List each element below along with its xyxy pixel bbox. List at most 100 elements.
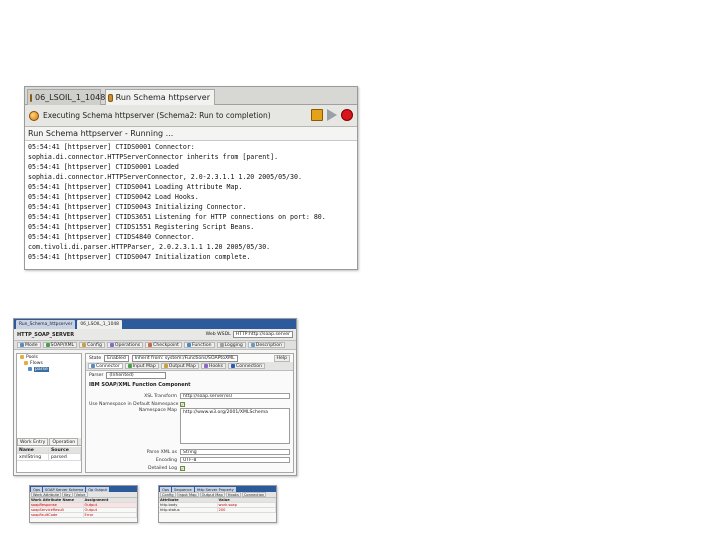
table-row[interactable]: http.status 200	[159, 508, 276, 513]
toolbar-label: Description	[255, 342, 282, 348]
thumb-tool-button[interactable]: Output Map	[199, 492, 225, 497]
parser-select[interactable]: (Inherited)	[106, 371, 167, 379]
component-icon	[28, 367, 32, 371]
web-service-select[interactable]: HTTP:http://soap.server	[232, 331, 293, 338]
thumb-tool-button[interactable]: Config	[160, 492, 176, 497]
thumb-tool-button[interactable]: Key	[62, 492, 73, 497]
subtab-output-map[interactable]: Output Map	[160, 363, 199, 369]
namespace-checkbox[interactable]: ✓	[180, 401, 185, 407]
logging-icon	[219, 343, 224, 347]
table-row[interactable]: soapFaultCode Error	[30, 513, 137, 518]
thumb-tool-button[interactable]: Input Map	[176, 492, 199, 497]
tab-run-schema[interactable]: Run_Schema_httpserver	[16, 320, 76, 329]
table-cell: parsed	[49, 454, 81, 460]
component-form: XSL Transform http://soap.server/xsl Use…	[86, 390, 293, 474]
description-icon	[250, 343, 255, 347]
tab-label: Run Schema httpserver	[115, 93, 210, 102]
table-cell: http.status	[159, 508, 218, 512]
tab-operation[interactable]: Operation	[49, 438, 79, 445]
log-line: 05:54:41 [httpserver] CTIDS0042 Load Hoo…	[28, 193, 199, 201]
inherit-select[interactable]: Inherit from: system:/Functions/SOAPtoXM…	[131, 354, 238, 362]
form-row-fromxml: Parse XML as String	[89, 448, 290, 456]
run-icon	[108, 93, 113, 102]
log-line: 05:54:41 [httpserver] CTIDS0047 Initiali…	[28, 253, 251, 261]
toolbar-checkpoint[interactable]: Checkpoint	[145, 342, 182, 348]
namespace-textarea[interactable]: http://www.w3.org/2001/XMLSchema	[180, 408, 290, 444]
toolbar-label: Mode	[25, 342, 38, 348]
field-label: Encoding	[155, 457, 177, 463]
fromxml-select[interactable]: String	[180, 449, 290, 455]
form-row-debug: Detailed Log ✓	[89, 464, 290, 472]
table-cell: Error	[84, 513, 137, 517]
table-row[interactable]: xmlString parsed	[17, 454, 81, 461]
tree-item-parse[interactable]: parse	[17, 366, 81, 372]
mode-icon	[20, 343, 24, 347]
table-cell: work.soap	[218, 503, 276, 507]
table-cell: soapFaultCode	[30, 513, 84, 517]
execution-bar: Executing Schema httpserver (Schema2: Ru…	[25, 105, 357, 127]
log-line: 05:54:41 [httpserver] CTIDS3651 Listenin…	[28, 213, 326, 221]
toolbar-description[interactable]: Description	[247, 342, 285, 348]
help-button[interactable]: Help	[273, 354, 290, 362]
log-line: sophia.di.connector.HTTPServerConnector,…	[28, 173, 302, 181]
encoding-field[interactable]: UTF-8	[180, 457, 290, 463]
tab-work-entry[interactable]: Work Entry	[17, 438, 49, 445]
thumb-tool-button[interactable]: Work Attribute	[31, 492, 62, 497]
thumb-tool-button[interactable]: Connection	[241, 492, 267, 497]
log-line: 05:54:41 [httpserver] CTIDS4840 Connecto…	[28, 233, 195, 241]
log-line: 05:54:41 [httpserver] CTIDS0001 Connecto…	[28, 143, 195, 151]
field-label: Namespace Map	[138, 408, 177, 413]
subtab-label: Output Map	[168, 363, 196, 369]
log-line: 05:54:41 [httpserver] CTIDS0043 Initiali…	[28, 203, 247, 211]
toolbar-operations[interactable]: Operations	[106, 342, 144, 348]
editor-title-row: HTTP_SOAP_SERVER Web WSDL HTTP:http://so…	[14, 329, 296, 341]
form-row-encoding: Encoding UTF-8	[89, 456, 290, 464]
toolbar-label: SOAP/XML	[50, 342, 75, 348]
toolbar-label: Config	[87, 342, 102, 348]
debug-checkbox[interactable]: ✓	[180, 465, 185, 471]
hooks-icon	[203, 364, 208, 368]
execution-controls	[311, 109, 353, 121]
thumb-tool-button[interactable]: Hooks	[225, 492, 241, 497]
tree-label: Flows	[30, 360, 43, 366]
xsl-field[interactable]: http://soap.server/xsl	[180, 393, 290, 399]
parser-row: Parser (Inherited)	[86, 371, 293, 379]
tab-lsoil[interactable]: 06_LSOIL_1_1048	[27, 89, 105, 105]
tab-run-schema[interactable]: Run Schema httpserver	[105, 89, 215, 105]
subtab-connection[interactable]: Connection	[228, 363, 266, 369]
parser-label: Parser	[89, 372, 104, 378]
run-status: Run Schema httpserver - Running ...	[25, 127, 357, 141]
toolbar-config[interactable]: Config	[79, 342, 105, 348]
toolbar-logging[interactable]: Logging	[216, 342, 246, 348]
state-label: State	[89, 355, 102, 361]
thumbnail-output-map: Ops SOAP Server Schema Op Output Work At…	[29, 485, 138, 523]
log-line: com.tivoli.di.parser.HTTPParser, 2.0.2.3…	[28, 243, 271, 251]
thumb-tool-button[interactable]: Value	[73, 492, 88, 497]
run-button[interactable]	[327, 109, 337, 121]
toolbar-label: Logging	[224, 342, 243, 348]
function-icon	[187, 343, 191, 347]
toolbar-mode[interactable]: Mode	[17, 342, 41, 348]
state-select[interactable]: Enabled	[104, 354, 129, 362]
log-line: 05:54:41 [httpserver] CTIDS0041 Loading …	[28, 183, 243, 191]
toolbar-function[interactable]: Function	[184, 342, 215, 348]
thumb-tab[interactable]: Op Output	[86, 487, 109, 492]
open-log-button[interactable]	[311, 109, 323, 121]
folder-icon	[20, 355, 24, 359]
table-cell: Output	[83, 503, 137, 507]
toolbar-soap-xml[interactable]: SOAP/XML	[42, 342, 78, 348]
field-label: Parse XML as	[146, 449, 177, 455]
stop-button[interactable]	[341, 109, 353, 121]
subtab-connector[interactable]: Connector	[88, 363, 123, 369]
subtab-input-map[interactable]: Input Map	[124, 363, 159, 369]
toolbar-label: Operations	[114, 342, 141, 348]
execution-text: Executing Schema httpserver (Schema2: Ru…	[43, 111, 271, 120]
subtab-hooks[interactable]: Hooks	[200, 363, 227, 369]
toolbar-label: Checkpoint	[153, 342, 179, 348]
output-map-icon	[163, 364, 168, 368]
tab-lsoil[interactable]: 06_LSOIL_1_1048	[77, 320, 122, 329]
tree-label: Pools	[26, 354, 38, 360]
log-line: 05:54:41 [httpserver] CTIDS1551 Register…	[28, 223, 255, 231]
table-cell: xmlString	[17, 454, 49, 460]
console-log[interactable]: 05:54:41 [httpserver] CTIDS0001 Connecto…	[25, 141, 357, 263]
